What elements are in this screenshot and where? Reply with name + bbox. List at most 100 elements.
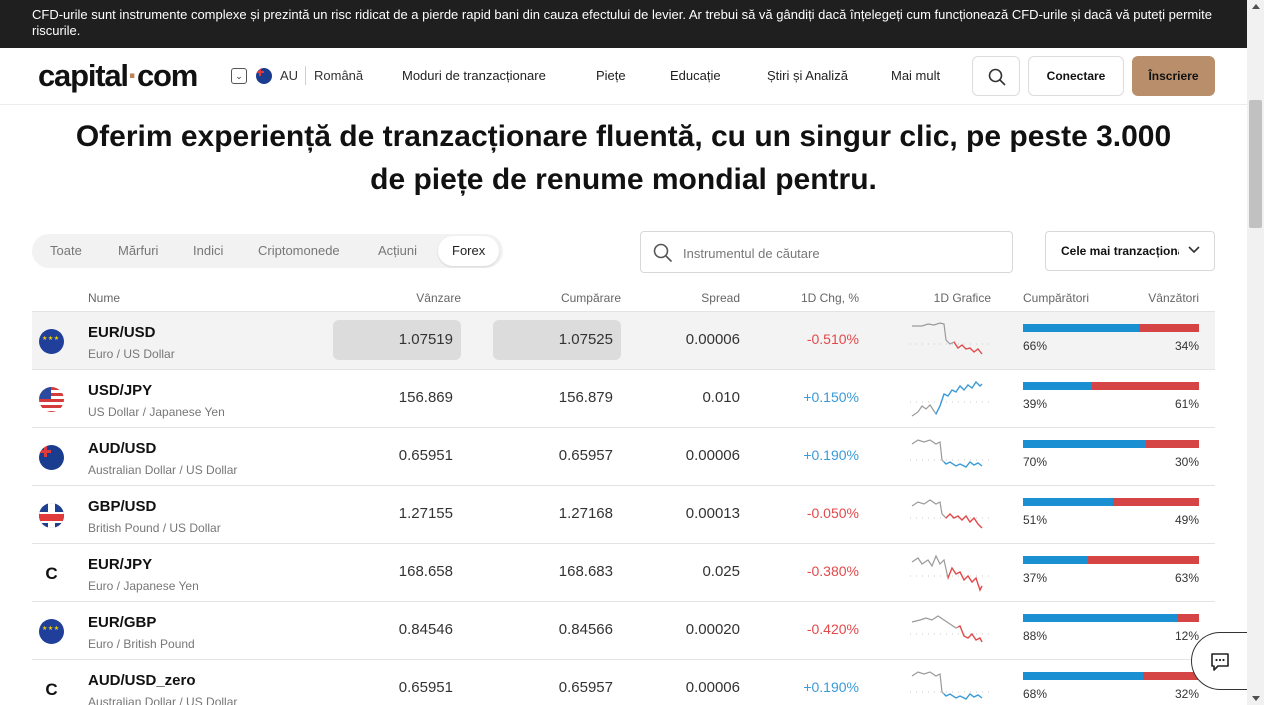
sell-price[interactable]: 156.869 <box>353 389 453 406</box>
column-header-sell[interactable]: Vânzare <box>361 291 461 305</box>
instrument-name: British Pound / US Dollar <box>88 521 221 535</box>
sellers-percent: 49% <box>1174 513 1199 527</box>
daily-change: -0.050% <box>806 505 859 521</box>
sell-price[interactable]: 0.65951 <box>353 679 453 696</box>
table-row[interactable]: GBP/USD British Pound / US Dollar 1.27155 1… <box>32 486 1215 544</box>
nav-markets[interactable]: Piețe <box>596 68 626 83</box>
buyers-bar-fill <box>1023 440 1147 448</box>
table-row[interactable]: EUR/USD Euro / US Dollar 1.07519 1.07525 0.0… <box>32 312 1215 370</box>
sort-dropdown[interactable]: Cele mai tranzacționate <box>1045 231 1215 271</box>
buy-price[interactable]: 168.683 <box>513 563 613 580</box>
sell-price[interactable]: 1.07519 <box>353 331 453 348</box>
sellers-percent: 12% <box>1174 629 1199 643</box>
capital-logo-icon: C <box>39 561 64 586</box>
buyers-bar-fill <box>1023 556 1089 564</box>
spread-value: 0.00020 <box>685 621 740 638</box>
nav-more[interactable]: Mai mult <box>891 68 940 83</box>
column-header-spread[interactable]: Spread <box>640 291 740 305</box>
column-header-change[interactable]: 1D Chg, % <box>759 291 859 305</box>
buyers-bar-fill <box>1023 614 1178 622</box>
instrument-symbol[interactable]: EUR/JPY <box>88 556 152 573</box>
instrument-symbol[interactable]: GBP/USD <box>88 498 156 515</box>
nav-education[interactable]: Educație <box>670 68 721 83</box>
instrument-search-input[interactable] <box>683 242 1003 264</box>
sellers-percent: 61% <box>1174 397 1199 411</box>
sell-price[interactable]: 168.658 <box>353 563 453 580</box>
tab-shares[interactable]: Acțiuni <box>364 236 431 266</box>
scroll-down-arrow-icon[interactable] <box>1252 696 1260 701</box>
buyers-percent: 70% <box>1023 455 1048 469</box>
buy-price[interactable]: 156.879 <box>513 389 613 406</box>
signup-button[interactable]: Înscriere <box>1132 56 1215 96</box>
gb-flag-icon <box>39 503 64 528</box>
sentiment-bar <box>1023 556 1199 564</box>
daily-change: +0.190% <box>803 447 859 463</box>
instrument-name: Australian Dollar / US Dollar <box>88 463 238 477</box>
buy-price[interactable]: 0.84566 <box>513 621 613 638</box>
eu-flag-icon <box>39 619 64 644</box>
capital-logo[interactable]: capital·com <box>38 58 198 94</box>
chevron-down-icon <box>1188 246 1200 254</box>
header-search-button[interactable] <box>972 56 1020 96</box>
sparkline-chart <box>910 671 990 700</box>
sell-price[interactable]: 0.65951 <box>353 447 453 464</box>
tab-crypto[interactable]: Criptomonede <box>244 236 354 266</box>
buyers-bar-fill <box>1023 498 1113 506</box>
page-scrollbar[interactable] <box>1247 0 1264 705</box>
tab-forex[interactable]: Forex <box>438 236 500 266</box>
tab-commodities[interactable]: Mărfuri <box>104 236 172 266</box>
sentiment-bar <box>1023 614 1199 622</box>
buy-price[interactable]: 0.65957 <box>513 447 613 464</box>
buy-price[interactable]: 1.27168 <box>513 505 613 522</box>
spread-value: 0.025 <box>702 563 740 580</box>
column-header-buy[interactable]: Cumpărare <box>521 291 621 305</box>
language-label[interactable]: Română <box>314 68 363 83</box>
table-row[interactable]: EUR/GBP Euro / British Pound 0.84546 0.8456… <box>32 602 1215 660</box>
sell-price[interactable]: 0.84546 <box>353 621 453 638</box>
instrument-name: Euro / British Pound <box>88 637 195 651</box>
table-row[interactable]: AUD/USD Australian Dollar / US Dollar 0.65… <box>32 428 1215 486</box>
logo-text-main: capital <box>38 58 129 93</box>
daily-change: -0.510% <box>806 331 859 347</box>
instrument-search <box>640 231 1013 273</box>
daily-change: -0.420% <box>806 621 859 637</box>
login-button[interactable]: Conectare <box>1028 56 1124 96</box>
table-row[interactable]: USD/JPY US Dollar / Japanese Yen 156.869 15… <box>32 370 1215 428</box>
instrument-symbol[interactable]: AUD/USD <box>88 440 156 457</box>
au-flag-icon <box>39 445 64 470</box>
sell-price[interactable]: 1.27155 <box>353 505 453 522</box>
page-title-line-2: de piețe de renume mondial pentru. <box>370 163 877 196</box>
instrument-symbol[interactable]: EUR/USD <box>88 324 156 341</box>
instrument-symbol[interactable]: EUR/GBP <box>88 614 156 631</box>
region-code[interactable]: AU <box>280 68 298 83</box>
scroll-thumb[interactable] <box>1249 100 1262 228</box>
language-chevron-icon[interactable]: ⌄ <box>231 68 247 84</box>
buyers-percent: 51% <box>1023 513 1048 527</box>
tab-all[interactable]: Toate <box>36 236 96 266</box>
column-header-name[interactable]: Nume <box>88 291 120 305</box>
sentiment-bar <box>1023 672 1199 680</box>
tab-indices[interactable]: Indici <box>179 236 237 266</box>
buy-price[interactable]: 1.07525 <box>513 331 613 348</box>
buyers-percent: 66% <box>1023 339 1048 353</box>
nav-news-analysis[interactable]: Știri și Analiză <box>767 68 848 83</box>
instrument-symbol[interactable]: USD/JPY <box>88 382 152 399</box>
chat-button[interactable] <box>1191 632 1247 690</box>
column-header-sellers: Vânzători <box>1148 291 1199 305</box>
scroll-up-arrow-icon[interactable] <box>1252 4 1260 9</box>
australia-flag-icon[interactable] <box>256 68 272 84</box>
table-row[interactable]: C AUD/USD_zero Australian Dollar / US Doll… <box>32 660 1215 705</box>
spread-value: 0.00013 <box>685 505 740 522</box>
eu-flag-icon <box>39 329 64 354</box>
instrument-symbol[interactable]: AUD/USD_zero <box>88 672 196 689</box>
nav-trading-modes[interactable]: Moduri de tranzacționare <box>402 68 546 83</box>
sparkline-chart <box>910 554 990 592</box>
logo-dot: · <box>127 58 138 93</box>
spread-value: 0.00006 <box>685 331 740 348</box>
search-icon <box>653 243 673 263</box>
table-row[interactable]: C EUR/JPY Euro / Japanese Yen 168.658 168.68… <box>32 544 1215 602</box>
page-title-line-1: Oferim experiență de tranzacționare flue… <box>75 120 1172 153</box>
logo-text-end: com <box>136 58 198 93</box>
spread-value: 0.010 <box>702 389 740 406</box>
buy-price[interactable]: 0.65957 <box>513 679 613 696</box>
